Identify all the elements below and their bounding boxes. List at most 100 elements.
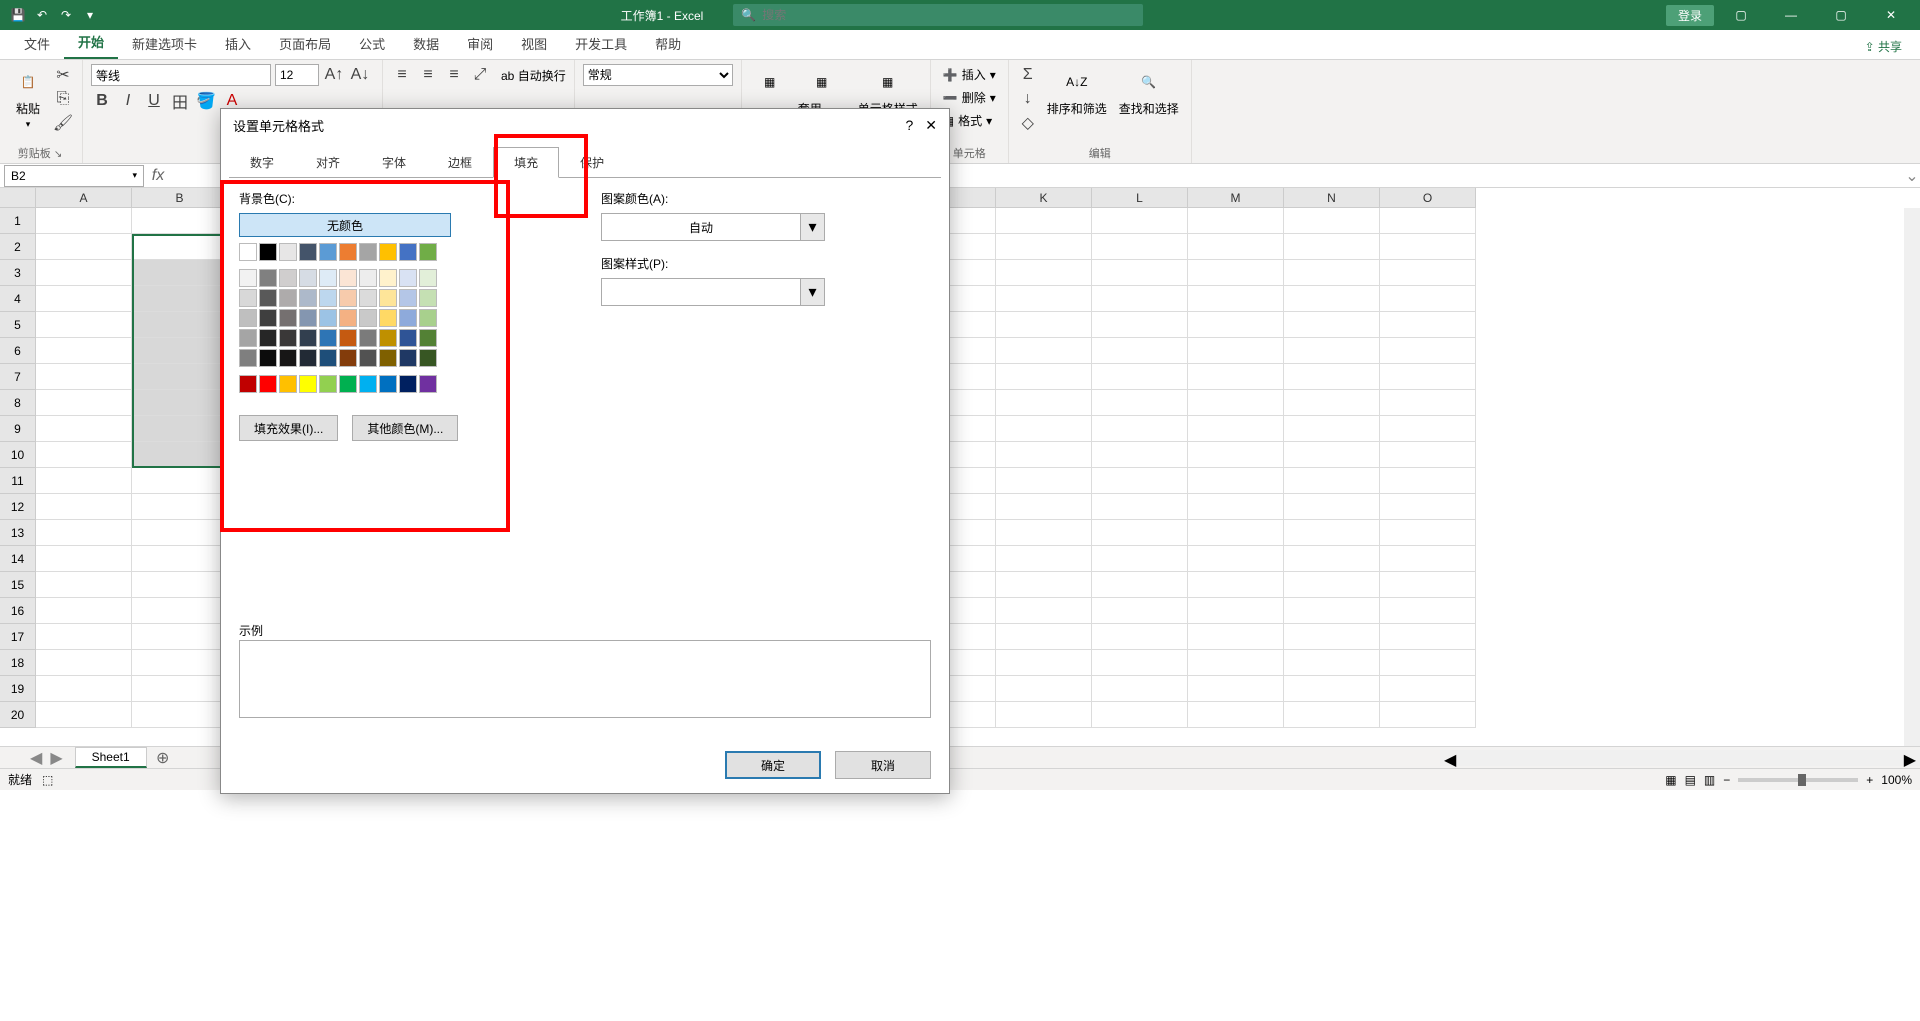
sort-filter-button[interactable]: A↓Z排序和筛选: [1043, 64, 1111, 119]
cell[interactable]: [1092, 624, 1188, 650]
ribbon-tab-0[interactable]: 文件: [10, 28, 64, 59]
color-swatch[interactable]: [379, 269, 397, 287]
cell[interactable]: [996, 624, 1092, 650]
cell[interactable]: [36, 572, 132, 598]
cell[interactable]: [132, 650, 228, 676]
cell[interactable]: [36, 390, 132, 416]
cell[interactable]: [36, 338, 132, 364]
zoom-slider[interactable]: [1738, 778, 1858, 782]
cell[interactable]: [1380, 624, 1476, 650]
view-normal-icon[interactable]: ▦: [1665, 773, 1676, 787]
sheet-tab[interactable]: Sheet1: [75, 747, 147, 768]
color-swatch[interactable]: [419, 309, 437, 327]
cell[interactable]: [1380, 572, 1476, 598]
color-swatch[interactable]: [319, 243, 337, 261]
row-header[interactable]: 5: [0, 312, 36, 338]
view-layout-icon[interactable]: ▤: [1685, 773, 1696, 787]
color-swatch[interactable]: [319, 329, 337, 347]
color-swatch[interactable]: [359, 349, 377, 367]
color-swatch[interactable]: [339, 289, 357, 307]
cell[interactable]: [1284, 416, 1380, 442]
cell[interactable]: [1284, 260, 1380, 286]
color-swatch[interactable]: [299, 329, 317, 347]
dialog-help-icon[interactable]: ?: [905, 117, 913, 134]
cell[interactable]: [132, 312, 228, 338]
cell[interactable]: [132, 624, 228, 650]
cell[interactable]: [1092, 494, 1188, 520]
cell[interactable]: [1092, 572, 1188, 598]
pattern-color-select[interactable]: 自动 ▾: [601, 213, 825, 241]
cell[interactable]: [1284, 286, 1380, 312]
cell[interactable]: [1188, 416, 1284, 442]
row-header[interactable]: 11: [0, 468, 36, 494]
row-header[interactable]: 15: [0, 572, 36, 598]
cell[interactable]: [996, 338, 1092, 364]
cell[interactable]: [1188, 598, 1284, 624]
color-swatch[interactable]: [299, 349, 317, 367]
search-input[interactable]: [762, 8, 1135, 22]
zoom-level[interactable]: 100%: [1881, 773, 1912, 787]
cell[interactable]: [132, 234, 228, 260]
cancel-button[interactable]: 取消: [835, 751, 931, 779]
row-header[interactable]: 7: [0, 364, 36, 390]
cell[interactable]: [1188, 650, 1284, 676]
cell[interactable]: [996, 390, 1092, 416]
cell[interactable]: [36, 468, 132, 494]
row-header[interactable]: 3: [0, 260, 36, 286]
color-swatch[interactable]: [419, 243, 437, 261]
cell[interactable]: [1284, 624, 1380, 650]
color-swatch[interactable]: [359, 329, 377, 347]
cell[interactable]: [996, 260, 1092, 286]
row-header[interactable]: 17: [0, 624, 36, 650]
cell[interactable]: [1380, 416, 1476, 442]
cell[interactable]: [1092, 442, 1188, 468]
color-swatch[interactable]: [319, 349, 337, 367]
color-swatch[interactable]: [319, 309, 337, 327]
cell[interactable]: [1380, 312, 1476, 338]
cell[interactable]: [1284, 494, 1380, 520]
color-swatch[interactable]: [239, 329, 257, 347]
ribbon-tab-5[interactable]: 公式: [345, 28, 399, 59]
cell[interactable]: [36, 312, 132, 338]
color-swatch[interactable]: [319, 289, 337, 307]
dialog-tab-对齐[interactable]: 对齐: [295, 147, 361, 178]
cell[interactable]: [132, 572, 228, 598]
column-header[interactable]: A: [36, 188, 132, 208]
cell[interactable]: [996, 702, 1092, 728]
horizontal-scrollbar[interactable]: ◀▶: [1440, 750, 1920, 766]
cell[interactable]: [1092, 702, 1188, 728]
row-header[interactable]: 12: [0, 494, 36, 520]
cell[interactable]: [1380, 676, 1476, 702]
dialog-close-icon[interactable]: ✕: [925, 117, 937, 134]
share-button[interactable]: ⇪ 共享: [1857, 34, 1910, 59]
cell[interactable]: [1380, 468, 1476, 494]
cell[interactable]: [1188, 572, 1284, 598]
cell[interactable]: [996, 598, 1092, 624]
align-bottom-icon[interactable]: ≡: [443, 64, 465, 86]
autosum-icon[interactable]: Σ: [1017, 64, 1039, 86]
cell[interactable]: [132, 546, 228, 572]
dialog-tab-填充[interactable]: 填充: [493, 147, 559, 178]
row-header[interactable]: 13: [0, 520, 36, 546]
color-swatch[interactable]: [239, 289, 257, 307]
color-swatch[interactable]: [419, 329, 437, 347]
cell[interactable]: [1284, 364, 1380, 390]
cell[interactable]: [996, 546, 1092, 572]
bold-icon[interactable]: B: [91, 90, 113, 112]
cell[interactable]: [1188, 312, 1284, 338]
cell[interactable]: [996, 286, 1092, 312]
column-header[interactable]: N: [1284, 188, 1380, 208]
column-header[interactable]: K: [996, 188, 1092, 208]
cell[interactable]: [36, 416, 132, 442]
cell[interactable]: [1188, 390, 1284, 416]
cell[interactable]: [36, 702, 132, 728]
cell[interactable]: [996, 676, 1092, 702]
cell[interactable]: [1188, 702, 1284, 728]
color-swatch[interactable]: [259, 289, 277, 307]
color-swatch[interactable]: [399, 349, 417, 367]
row-header[interactable]: 9: [0, 416, 36, 442]
column-header[interactable]: O: [1380, 188, 1476, 208]
cell[interactable]: [1188, 364, 1284, 390]
cell[interactable]: [996, 312, 1092, 338]
cell[interactable]: [36, 598, 132, 624]
